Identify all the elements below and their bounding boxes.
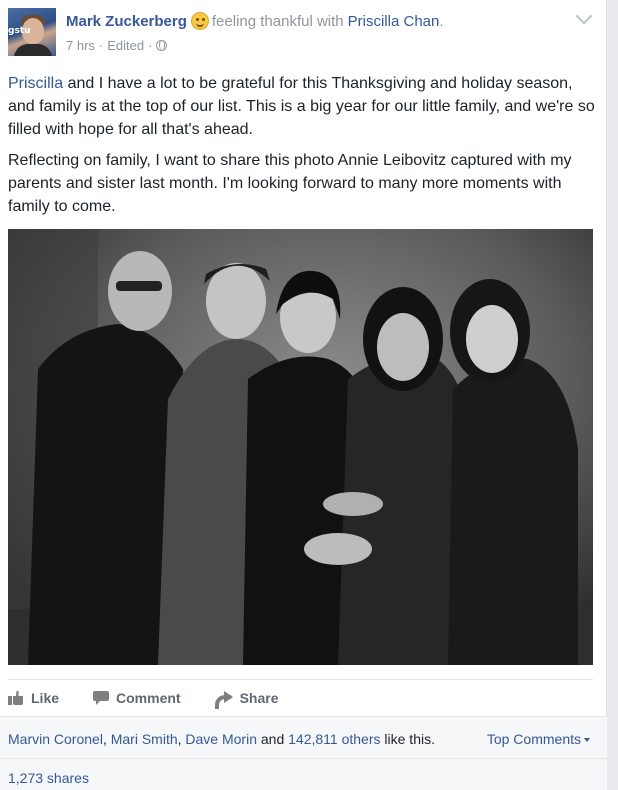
like-label: Like: [31, 690, 60, 706]
likes-summary: Marvin Coronel, Mari Smith, Dave Morin a…: [8, 731, 435, 747]
feeling-text: feeling thankful with: [211, 12, 344, 30]
top-comments-label: Top Comments: [486, 731, 581, 747]
comment-button[interactable]: Comment: [93, 690, 181, 706]
smile-emoji-icon: [190, 12, 209, 30]
liker-link[interactable]: Mari Smith: [111, 731, 178, 747]
like-button[interactable]: Like: [8, 690, 59, 706]
others-link[interactable]: 142,811 others: [288, 731, 380, 747]
author-avatar[interactable]: gstu: [8, 8, 56, 56]
paragraph-text: and I have a lot to be grateful for this…: [8, 75, 595, 138]
post-card: gstu Mark Zuckerberg feeling thankful wi…: [0, 0, 607, 790]
thumbs-up-icon: [8, 691, 24, 705]
timestamp-link[interactable]: 7 hrs: [66, 38, 95, 53]
engagement-area: [0, 716, 607, 790]
post-body: Priscilla and I have a lot to be gratefu…: [8, 72, 596, 226]
caret-down-icon: [584, 738, 590, 743]
post-meta: 7 hrs · Edited ·: [66, 38, 168, 53]
post-photo[interactable]: [8, 229, 593, 665]
meta-separator: ·: [148, 38, 153, 53]
share-button[interactable]: Share: [214, 690, 279, 709]
avatar-shirt: [14, 44, 52, 56]
family-photo-image: [8, 229, 593, 665]
tagged-person-link[interactable]: Priscilla Chan: [348, 13, 440, 30]
liker-link[interactable]: Marvin Coronel: [8, 731, 103, 747]
post-header: Mark Zuckerberg feeling thankful with Pr…: [66, 12, 444, 30]
comment-label: Comment: [116, 690, 181, 706]
divider: [0, 758, 607, 759]
post-paragraph: Reflecting on family, I want to share th…: [8, 152, 572, 215]
avatar-tag: gstu: [8, 26, 31, 36]
action-bar: Like Comment Share: [8, 684, 593, 712]
likes-suffix: like this.: [380, 731, 435, 747]
likes-and: and: [257, 731, 289, 747]
likes-separator: ,: [102, 731, 111, 747]
mention-link[interactable]: Priscilla: [8, 75, 63, 92]
divider: [8, 679, 593, 680]
top-comments-dropdown[interactable]: Top Comments: [487, 731, 590, 747]
edited-link[interactable]: Edited: [107, 38, 144, 53]
globe-icon[interactable]: [156, 40, 168, 51]
comment-icon: [93, 691, 110, 705]
share-arrow-icon: [214, 691, 233, 709]
liker-link[interactable]: Dave Morin: [185, 731, 257, 747]
share-label: Share: [239, 690, 279, 706]
meta-separator: ·: [98, 38, 104, 53]
post-paragraph: Priscilla and I have a lot to be gratefu…: [8, 72, 596, 141]
author-name-link[interactable]: Mark Zuckerberg: [66, 13, 187, 30]
header-period: .: [439, 12, 444, 30]
shares-count-link[interactable]: 1,273 shares: [8, 770, 89, 786]
chevron-down-icon[interactable]: [575, 7, 593, 25]
